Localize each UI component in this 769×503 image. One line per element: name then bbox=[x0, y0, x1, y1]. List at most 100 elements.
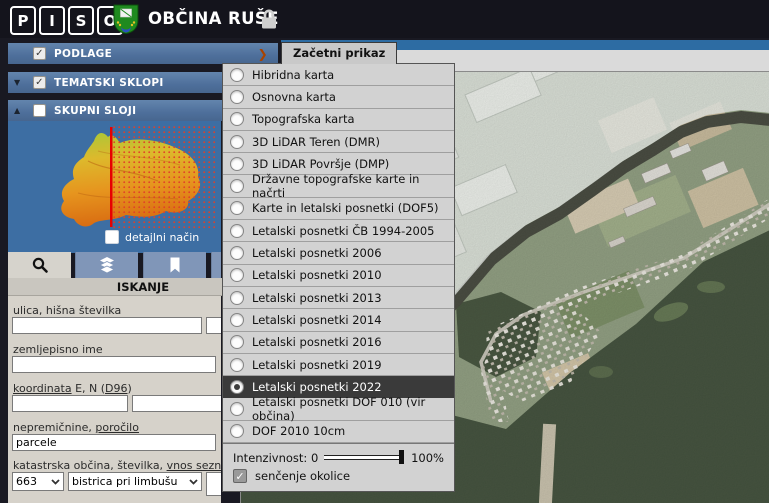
realestate-text: nepremičnine, bbox=[13, 421, 95, 434]
triangle-down-icon[interactable]: ▼ bbox=[14, 78, 25, 87]
layers-icon bbox=[98, 256, 116, 274]
radio-icon bbox=[230, 335, 244, 349]
basemap-options-list: Hibridna karta Osnovna karta Topografska k… bbox=[223, 64, 454, 443]
cadastral-extra-input[interactable] bbox=[206, 472, 221, 496]
radio-icon bbox=[230, 313, 244, 327]
basemap-option-label: Letalski posnetki DOF 010 (vir občina) bbox=[252, 395, 454, 423]
coords-link[interactable]: D96 bbox=[105, 382, 127, 395]
logo-tile-p: P bbox=[10, 6, 36, 35]
piso-logo[interactable]: P I S O bbox=[10, 6, 123, 35]
skupni-label: SKUPNI SLOJI bbox=[54, 105, 136, 117]
shading-row[interactable]: ✓ senčenje okolice bbox=[223, 469, 454, 485]
logo-tile-s: S bbox=[68, 6, 94, 35]
basemap-option[interactable]: Topografska karta bbox=[223, 109, 454, 131]
basemap-option[interactable]: Letalski posnetki 2010 bbox=[223, 265, 454, 287]
tab-more[interactable] bbox=[211, 252, 221, 278]
podlage-checkbox[interactable]: ✓ bbox=[33, 47, 46, 60]
basemap-option[interactable]: Osnovna karta bbox=[223, 86, 454, 108]
street-input[interactable] bbox=[12, 317, 202, 334]
radio-icon bbox=[230, 68, 244, 82]
street-label: ulica, hišna številka bbox=[13, 304, 121, 317]
skupni-checkbox[interactable] bbox=[33, 104, 46, 117]
lock-icon bbox=[259, 8, 279, 35]
basemap-option-label: Letalski posnetki 2016 bbox=[252, 335, 382, 349]
coords-e-input[interactable] bbox=[12, 395, 128, 412]
podlage-label: PODLAGE bbox=[54, 48, 112, 60]
shading-label: senčenje okolice bbox=[255, 469, 350, 483]
radio-icon bbox=[230, 268, 244, 282]
basemap-option[interactable]: Letalski posnetki 2014 bbox=[223, 309, 454, 331]
intensity-row: Intenzivnost: 0 100% bbox=[223, 451, 454, 465]
detail-mode-checkbox[interactable] bbox=[105, 230, 119, 244]
municipality-coat-of-arms-icon bbox=[112, 4, 140, 38]
radio-icon bbox=[230, 291, 244, 305]
basemap-option-label: Hibridna karta bbox=[252, 68, 334, 82]
radio-icon bbox=[230, 135, 244, 149]
basemap-option[interactable]: Državne topografske karte in načrti bbox=[223, 175, 454, 197]
basemap-option[interactable]: Hibridna karta bbox=[223, 64, 454, 86]
tab-search[interactable] bbox=[8, 252, 71, 278]
basemap-option-label: Letalski posnetki 2006 bbox=[252, 246, 382, 260]
slider-thumb[interactable] bbox=[399, 450, 404, 464]
realestate-link[interactable]: poročilo bbox=[95, 421, 139, 434]
basemap-option-label: Letalski posnetki 2013 bbox=[252, 291, 382, 305]
bookmark-icon bbox=[166, 256, 184, 274]
basemap-option[interactable]: Letalski posnetki 2006 bbox=[223, 242, 454, 264]
radio-icon bbox=[230, 157, 244, 171]
radio-icon bbox=[230, 179, 244, 193]
street-text: ulica, hišna številka bbox=[13, 304, 121, 317]
cadastral-name-select[interactable]: bistrica pri limbušu bbox=[68, 472, 202, 491]
basemap-option[interactable]: Letalski posnetki DOF 010 (vir občina) bbox=[223, 398, 454, 420]
radio-icon bbox=[230, 90, 244, 104]
cadastral-number-select[interactable]: 663 bbox=[12, 472, 64, 491]
header: P I S O OBČINA RUŠE bbox=[0, 0, 769, 38]
shading-checkbox[interactable]: ✓ bbox=[233, 469, 247, 483]
basemap-option[interactable]: Letalski posnetki ČB 1994-2005 bbox=[223, 220, 454, 242]
realestate-input[interactable] bbox=[12, 434, 216, 451]
radio-icon bbox=[230, 112, 244, 126]
intensity-slider[interactable] bbox=[324, 455, 403, 460]
detail-mode-row[interactable]: detajlni način bbox=[105, 230, 199, 244]
basemap-option-label: Letalski posnetki 2022 bbox=[252, 380, 382, 394]
radio-icon bbox=[230, 224, 244, 238]
tematski-checkbox[interactable]: ✓ bbox=[33, 76, 46, 89]
radio-icon bbox=[230, 402, 244, 416]
basemap-option-label: Letalski posnetki 2010 bbox=[252, 268, 382, 282]
tab-layers[interactable] bbox=[75, 252, 138, 278]
geoname-input[interactable] bbox=[12, 356, 216, 373]
realestate-label[interactable]: nepremičnine, poročilo bbox=[13, 421, 139, 434]
geoname-label: zemljepisno ime bbox=[13, 343, 103, 356]
sidebar-tabs bbox=[8, 252, 221, 278]
coords-n-input[interactable] bbox=[132, 395, 221, 412]
coords-label[interactable]: koordinata E, N (D96) bbox=[13, 382, 132, 395]
basemap-option-label: Karte in letalski posnetki (DOF5) bbox=[252, 201, 439, 215]
basemap-option-label: DOF 2010 10cm bbox=[252, 424, 345, 438]
basemap-option[interactable]: 3D LiDAR Teren (DMR) bbox=[223, 131, 454, 153]
basemap-option-label: 3D LiDAR Površje (DMP) bbox=[252, 157, 389, 171]
cadastral-name-value: bistrica pri limbušu bbox=[72, 475, 186, 488]
radio-icon bbox=[230, 201, 244, 215]
radio-icon bbox=[230, 246, 244, 260]
coords-link[interactable]: koordinata bbox=[13, 382, 72, 395]
municipality-overview-panel: detajlni način bbox=[8, 121, 221, 253]
cadastral-text: katastrska občina, številka, bbox=[13, 459, 167, 472]
piso-app: P I S O OBČINA RUŠE ✓ PODLAGE bbox=[0, 0, 769, 503]
tab-bookmarks[interactable] bbox=[143, 252, 206, 278]
cadastral-label[interactable]: katastrska občina, številka, vnos seznam… bbox=[13, 459, 221, 472]
basemap-menu: Hibridna karta Osnovna karta Topografska k… bbox=[222, 63, 455, 492]
chevron-right-icon[interactable]: ❯ bbox=[258, 47, 268, 61]
sidebar-panel-podlage[interactable]: ✓ PODLAGE ❯ bbox=[8, 43, 278, 64]
initial-view-tab[interactable]: Začetni prikaz bbox=[281, 42, 397, 64]
street-input-2[interactable] bbox=[206, 317, 221, 334]
basemap-option[interactable]: DOF 2010 10cm bbox=[223, 421, 454, 443]
basemap-option-label: Letalski posnetki ČB 1994-2005 bbox=[252, 224, 435, 238]
triangle-up-icon[interactable]: ▲ bbox=[14, 106, 25, 115]
basemap-option[interactable]: Karte in letalski posnetki (DOF5) bbox=[223, 198, 454, 220]
coords-text: E, N ( bbox=[72, 382, 105, 395]
cadastral-link[interactable]: vnos seznama bbox=[167, 459, 221, 472]
basemap-option[interactable]: Letalski posnetki 2013 bbox=[223, 287, 454, 309]
search-form: ulica, hišna številka zemljepisno ime koor… bbox=[8, 296, 221, 503]
basemap-option[interactable]: Letalski posnetki 2019 bbox=[223, 354, 454, 376]
basemap-option[interactable]: Letalski posnetki 2016 bbox=[223, 332, 454, 354]
basemap-option-label: Topografska karta bbox=[252, 112, 355, 126]
